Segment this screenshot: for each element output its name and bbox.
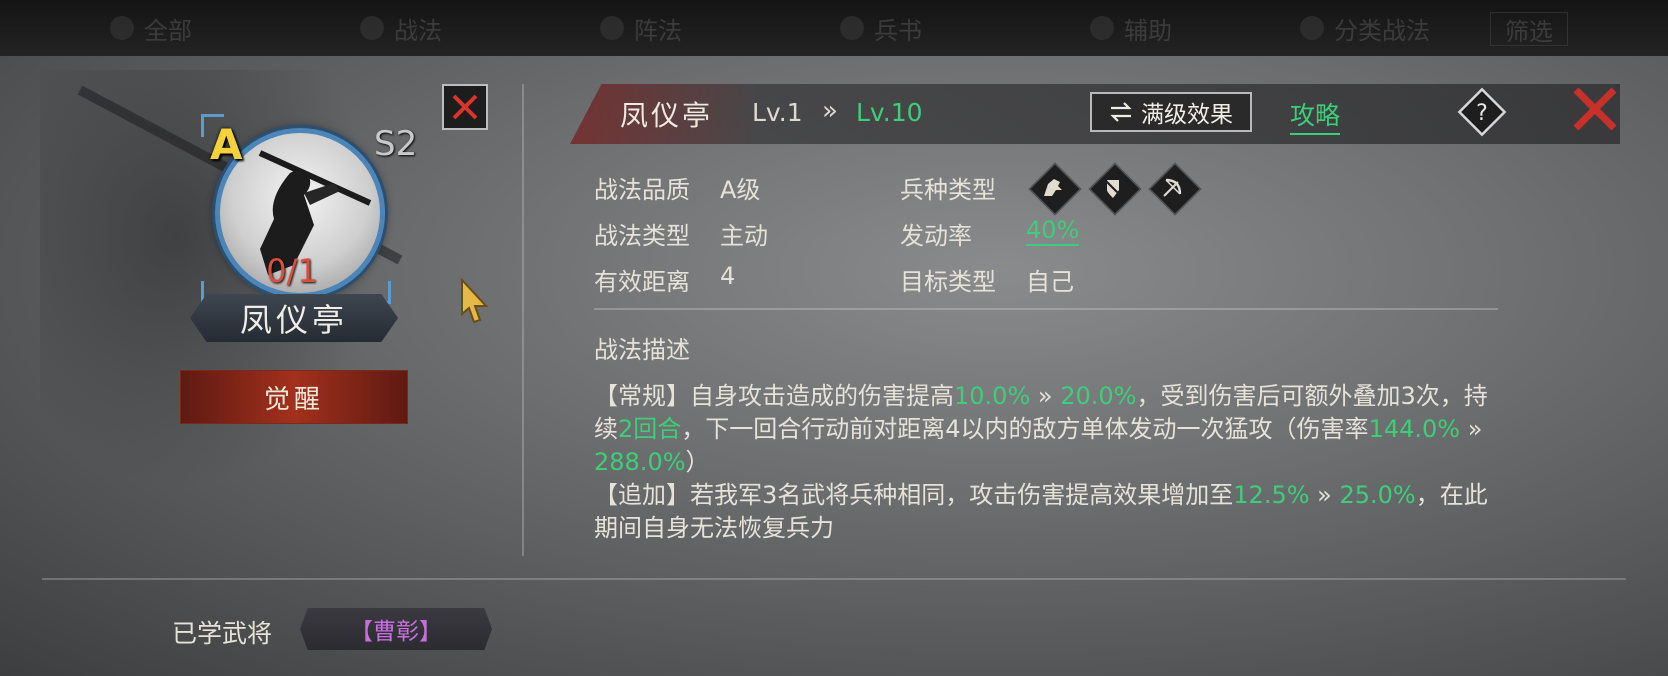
tab-formation[interactable]: 阵法 — [600, 12, 682, 45]
section-divider — [594, 308, 1498, 310]
description-title: 战法描述 — [594, 336, 690, 364]
tab-books[interactable]: 兵书 — [840, 12, 922, 45]
mouse-cursor-icon — [461, 278, 489, 324]
column-divider — [522, 84, 524, 556]
filter-button[interactable]: 筛选 — [1490, 12, 1568, 46]
max-level-effect-button[interactable]: 满级效果 — [1090, 92, 1252, 132]
trigger-rate-label: 发动率 — [900, 222, 972, 250]
skill-name-plate: 凤仪亭 — [190, 294, 398, 342]
unequip-button[interactable] — [442, 84, 488, 130]
quality-value: A级 — [720, 176, 761, 204]
awaken-button[interactable]: 觉醒 — [180, 370, 408, 424]
level-max: Lv.10 — [856, 98, 923, 127]
svg-text:?: ? — [1476, 101, 1488, 126]
tab-icon — [1300, 16, 1324, 40]
skill-title: 凤仪亭 — [620, 99, 714, 132]
archer-icon — [1150, 168, 1196, 208]
learned-general-tag[interactable]: 【曹彰】 — [300, 608, 492, 650]
type-label: 战法类型 — [594, 222, 690, 250]
swap-icon — [1110, 102, 1132, 122]
guide-link[interactable]: 攻略 — [1290, 96, 1341, 135]
close-icon — [452, 94, 478, 120]
tab-icon — [360, 16, 384, 40]
tab-category[interactable]: 分类战法 — [1300, 12, 1430, 45]
tab-icon — [840, 16, 864, 40]
level-current: Lv.1 — [752, 98, 803, 127]
shield-icon — [1090, 168, 1136, 208]
tab-icon — [600, 16, 624, 40]
troop-type-label: 兵种类型 — [900, 176, 996, 204]
help-icon[interactable]: ? — [1456, 86, 1508, 138]
tab-assist[interactable]: 辅助 — [1090, 12, 1172, 45]
tab-icon — [110, 16, 134, 40]
range-label: 有效距离 — [594, 268, 690, 296]
quality-label: 战法品质 — [594, 176, 690, 204]
tab-tactics[interactable]: 战法 — [360, 12, 442, 45]
target-type-value: 自己 — [1026, 268, 1074, 296]
learned-generals-label: 已学武将 — [172, 619, 273, 648]
cavalry-icon — [1030, 168, 1076, 208]
type-value: 主动 — [720, 222, 768, 250]
level-arrow-icon: » — [822, 96, 838, 126]
usage-count: 0/1 — [266, 252, 318, 290]
top-tab-bar: 全部 战法 阵法 兵书 辅助 分类战法 筛选 — [0, 0, 1668, 56]
skill-description: 【常规】自身攻击造成的伤害提高10.0% » 20.0%，受到伤害后可额外叠加3… — [594, 382, 1488, 542]
bottom-divider — [42, 578, 1626, 580]
target-type-label: 目标类型 — [900, 268, 996, 296]
tab-icon — [1090, 16, 1114, 40]
tab-all[interactable]: 全部 — [110, 12, 192, 45]
trigger-rate-value[interactable]: 40% — [1026, 216, 1080, 246]
season-badge: S2 — [374, 124, 418, 164]
range-value: 4 — [720, 262, 736, 290]
grade-badge: A — [210, 120, 243, 169]
close-icon[interactable] — [1568, 82, 1622, 136]
